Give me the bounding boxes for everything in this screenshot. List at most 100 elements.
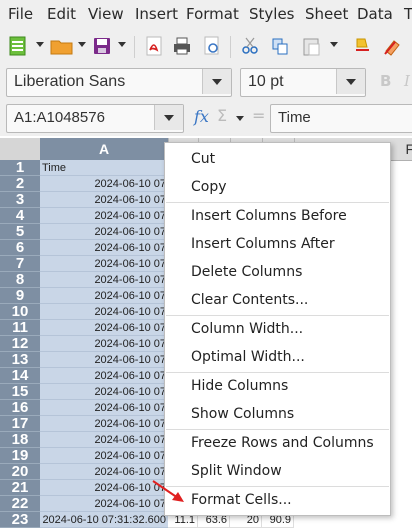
cell-a[interactable]: 2024-06-10 07:31:32.600 xyxy=(40,512,168,528)
row-header[interactable]: 10 xyxy=(0,304,40,320)
menu-tools[interactable]: T xyxy=(404,5,412,23)
menu-styles[interactable]: Styles xyxy=(249,5,295,23)
save-icon[interactable] xyxy=(92,35,112,57)
italic-button[interactable]: I xyxy=(404,72,410,90)
cell-a[interactable]: 2024-06-10 07 xyxy=(40,336,168,352)
cell-a[interactable]: 2024-06-10 07 xyxy=(40,448,168,464)
cell-a[interactable]: 2024-06-10 07 xyxy=(40,192,168,208)
menu-insert[interactable]: Insert xyxy=(135,5,178,23)
cell-a[interactable]: 2024-06-10 07 xyxy=(40,368,168,384)
row-header[interactable]: 8 xyxy=(0,272,40,288)
menu-item-freeze-rows-and-columns[interactable]: Freeze Rows and Columns xyxy=(191,435,374,451)
cell-a[interactable]: 2024-06-10 07 xyxy=(40,224,168,240)
export-pdf-icon[interactable] xyxy=(144,35,164,57)
save-dropdown-icon[interactable] xyxy=(118,42,126,47)
row-header[interactable]: 6 xyxy=(0,240,40,256)
new-document-icon[interactable] xyxy=(8,35,28,57)
cell-a[interactable]: 2024-06-10 07 xyxy=(40,256,168,272)
menu-item-optimal-width[interactable]: Optimal Width... xyxy=(191,349,305,365)
row-header[interactable]: 17 xyxy=(0,416,40,432)
menu-item-delete-columns[interactable]: Delete Columns xyxy=(191,264,302,280)
menu-file[interactable]: File xyxy=(8,5,33,23)
menu-sheet[interactable]: Sheet xyxy=(305,5,348,23)
row-header[interactable]: 21 xyxy=(0,480,40,496)
menu-item-insert-columns-before[interactable]: Insert Columns Before xyxy=(191,208,347,224)
row-header[interactable]: 7 xyxy=(0,256,40,272)
menu-item-clear-contents[interactable]: Clear Contents... xyxy=(191,292,308,308)
menu-format[interactable]: Format xyxy=(186,5,239,23)
row-header[interactable]: 16 xyxy=(0,400,40,416)
cell-a[interactable]: 2024-06-10 07 xyxy=(40,208,168,224)
menu-item-show-columns[interactable]: Show Columns xyxy=(191,406,294,422)
chevron-down-icon[interactable] xyxy=(154,105,183,130)
chevron-down-icon[interactable] xyxy=(202,69,231,94)
cell-a[interactable]: 2024-06-10 07 xyxy=(40,352,168,368)
paste-icon[interactable] xyxy=(302,35,322,57)
menu-view[interactable]: View xyxy=(88,5,124,23)
print-preview-icon[interactable] xyxy=(202,35,222,57)
cell-a[interactable]: 2024-06-10 07 xyxy=(40,240,168,256)
menu-item-split-window[interactable]: Split Window xyxy=(191,463,282,479)
menu-item-cut[interactable]: Cut xyxy=(191,151,215,167)
cell-a[interactable]: 2024-06-10 07 xyxy=(40,480,168,496)
clear-formatting-icon[interactable] xyxy=(382,35,402,57)
menu-data[interactable]: Data xyxy=(357,5,393,23)
cell-a[interactable]: Time xyxy=(40,160,168,176)
row-header[interactable]: 23 xyxy=(0,512,40,528)
row-header[interactable]: 5 xyxy=(0,224,40,240)
row-header[interactable]: 4 xyxy=(0,208,40,224)
row-header[interactable]: 1 xyxy=(0,160,40,176)
name-box[interactable]: A1:A1048576 xyxy=(6,104,184,133)
bold-button[interactable]: B xyxy=(380,72,391,90)
sum-dropdown-icon[interactable] xyxy=(236,116,244,121)
standard-toolbar xyxy=(0,30,412,64)
open-folder-icon[interactable] xyxy=(50,35,74,57)
menu-edit[interactable]: Edit xyxy=(47,5,76,23)
cell-a[interactable]: 2024-06-10 07 xyxy=(40,400,168,416)
select-all-corner[interactable] xyxy=(0,138,41,160)
row-header[interactable]: 15 xyxy=(0,384,40,400)
menu-item-copy[interactable]: Copy xyxy=(191,179,227,195)
sum-icon[interactable]: Σ xyxy=(217,106,227,125)
row-header[interactable]: 12 xyxy=(0,336,40,352)
row-header[interactable]: 14 xyxy=(0,368,40,384)
row-header[interactable]: 2 xyxy=(0,176,40,192)
cell-a[interactable]: 2024-06-10 07 xyxy=(40,288,168,304)
menu-separator xyxy=(166,372,389,373)
chevron-down-icon[interactable] xyxy=(336,69,365,94)
row-header[interactable]: 18 xyxy=(0,432,40,448)
font-size-combo[interactable]: 10 pt xyxy=(240,68,366,97)
cut-icon[interactable] xyxy=(240,35,260,57)
row-header[interactable]: 19 xyxy=(0,448,40,464)
cell-a[interactable]: 2024-06-10 07 xyxy=(40,464,168,480)
column-header-a[interactable]: A xyxy=(40,138,169,160)
row-header[interactable]: 11 xyxy=(0,320,40,336)
cell-a[interactable]: 2024-06-10 07 xyxy=(40,320,168,336)
row-header[interactable]: 13 xyxy=(0,352,40,368)
row-header[interactable]: 3 xyxy=(0,192,40,208)
paste-dropdown-icon[interactable] xyxy=(330,42,338,47)
font-name-combo[interactable]: Liberation Sans xyxy=(6,68,232,97)
formula-equals-icon[interactable]: = xyxy=(252,106,265,125)
formula-input[interactable]: Time xyxy=(270,104,412,133)
menu-item-insert-columns-after[interactable]: Insert Columns After xyxy=(191,236,335,252)
new-dropdown-icon[interactable] xyxy=(36,42,44,47)
cell-a[interactable]: 2024-06-10 07 xyxy=(40,304,168,320)
cell-a[interactable]: 2024-06-10 07 xyxy=(40,496,168,512)
function-wizard-icon[interactable]: fx xyxy=(194,107,209,126)
cell-a[interactable]: 2024-06-10 07 xyxy=(40,176,168,192)
copy-icon[interactable] xyxy=(270,35,290,57)
cell-a[interactable]: 2024-06-10 07 xyxy=(40,384,168,400)
cell-a[interactable]: 2024-06-10 07 xyxy=(40,272,168,288)
menu-item-format-cells[interactable]: Format Cells... xyxy=(191,492,292,508)
cell-a[interactable]: 2024-06-10 07 xyxy=(40,416,168,432)
row-header[interactable]: 9 xyxy=(0,288,40,304)
row-header[interactable]: 20 xyxy=(0,464,40,480)
cell-a[interactable]: 2024-06-10 07 xyxy=(40,432,168,448)
clone-formatting-icon[interactable] xyxy=(352,35,372,57)
print-icon[interactable] xyxy=(172,35,192,57)
open-dropdown-icon[interactable] xyxy=(78,42,86,47)
row-header[interactable]: 22 xyxy=(0,496,40,512)
menu-item-column-width[interactable]: Column Width... xyxy=(191,321,303,337)
menu-item-hide-columns[interactable]: Hide Columns xyxy=(191,378,288,394)
